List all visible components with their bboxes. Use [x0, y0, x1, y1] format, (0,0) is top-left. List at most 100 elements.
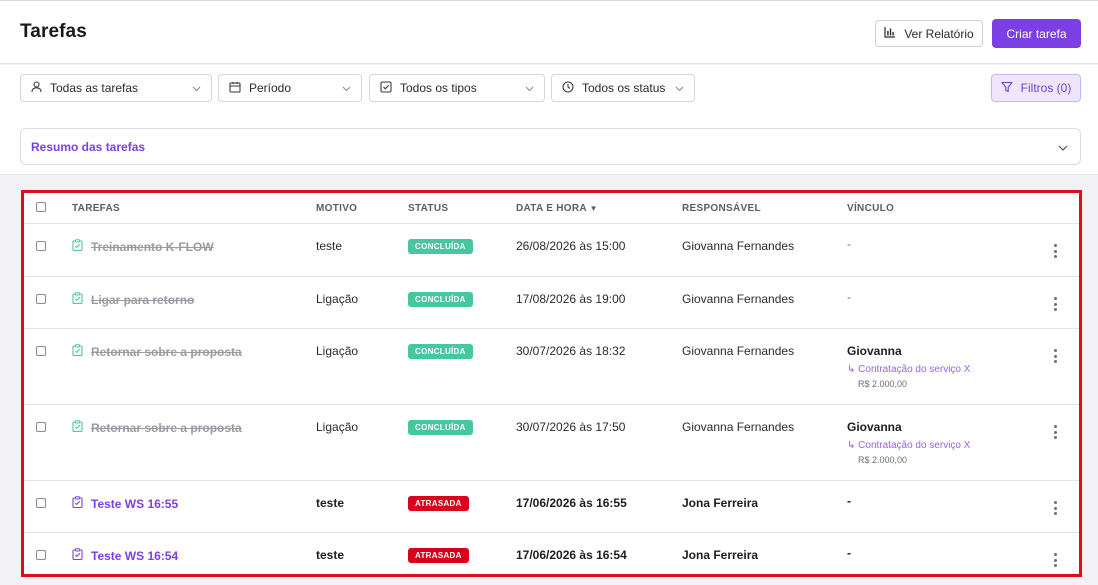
report-button[interactable]: Ver Relatório [875, 20, 983, 47]
row-menu-icon[interactable] [1050, 425, 1060, 439]
status-badge: CONCLUÍDA [408, 292, 473, 307]
task-datetime: 17/08/2026 às 19:00 [516, 292, 626, 306]
status-badge: ATRASADA [408, 548, 469, 563]
task-name: Retornar sobre a proposta [91, 421, 242, 435]
task-owner: Giovanna Fernandes [682, 292, 795, 306]
linked-contact-name: Giovanna [847, 420, 902, 434]
report-button-label: Ver Relatório [904, 26, 974, 41]
select-all-checkbox[interactable] [36, 202, 46, 212]
task-reason: Ligação [316, 344, 359, 358]
row-menu-icon[interactable] [1050, 349, 1060, 363]
period-filter-select[interactable]: Período [218, 74, 362, 102]
filter-bar: Todas as tarefas Período Todos os tipos … [0, 65, 1098, 175]
filters-button[interactable]: Filtros (0) [991, 74, 1081, 102]
page-title: Tarefas [20, 21, 87, 42]
create-task-button[interactable]: Criar tarefa [992, 19, 1081, 48]
clock-icon [562, 80, 574, 96]
clipboard-check-icon [72, 291, 83, 309]
row-menu-icon[interactable] [1050, 297, 1060, 311]
task-name: Teste WS 16:54 [91, 549, 179, 563]
table-row[interactable]: Teste WS 16:54 teste ATRASADA 17/06/2026… [24, 533, 1079, 574]
row-checkbox[interactable] [36, 422, 46, 432]
task-datetime: 17/06/2026 às 16:55 [516, 496, 627, 510]
task-name: Teste WS 16:55 [91, 497, 179, 511]
status-filter-label: Todos os status [582, 81, 666, 95]
type-filter-select[interactable]: Todos os tipos [369, 74, 545, 102]
task-owner: Giovanna Fernandes [682, 420, 795, 434]
status-badge: ATRASADA [408, 496, 469, 511]
task-link-empty: - [847, 546, 851, 560]
task-link[interactable]: Teste WS 16:55 [72, 495, 178, 513]
task-link[interactable]: Retornar sobre a proposta [72, 419, 242, 437]
task-name: Retornar sobre a proposta [91, 345, 242, 359]
linked-contact-name: Giovanna [847, 344, 902, 358]
status-badge: CONCLUÍDA [408, 420, 473, 435]
task-reason: teste [316, 548, 345, 562]
task-link[interactable]: Ligar para retorno [72, 291, 194, 309]
status-badge: CONCLUÍDA [408, 239, 473, 254]
column-header-status: STATUS [408, 203, 449, 214]
linked-deal-value: R$ 2.000,00 [858, 455, 908, 465]
task-owner: Jona Ferreira [682, 548, 759, 562]
task-reason: teste [316, 239, 343, 253]
column-header-link: VÍNCULO [847, 203, 895, 214]
table-row[interactable]: Treinamento K-FLOW teste CONCLUÍDA 26/08… [24, 224, 1079, 277]
table-row[interactable]: Ligar para retorno Ligação CONCLUÍDA 17/… [24, 277, 1079, 329]
calendar-icon [229, 81, 241, 96]
task-link[interactable]: Treinamento K-FLOW [72, 238, 214, 256]
row-menu-icon[interactable] [1050, 553, 1060, 567]
linked-deal-value: R$ 2.000,00 [858, 379, 908, 389]
task-reason: teste [316, 496, 345, 510]
bar-chart-icon [884, 26, 896, 41]
clipboard-check-icon [72, 419, 83, 437]
task-datetime: 26/08/2026 às 15:00 [516, 239, 626, 253]
task-owner: Giovanna Fernandes [682, 239, 795, 253]
assignee-filter-label: Todas as tarefas [50, 81, 139, 95]
checkbox-square-icon [380, 80, 392, 96]
status-filter-select[interactable]: Todos os status [551, 74, 695, 102]
linked-deal-link[interactable]: ↳ Contratação do serviço X [847, 440, 970, 451]
row-checkbox[interactable] [36, 241, 46, 251]
task-name: Treinamento K-FLOW [91, 240, 214, 254]
clipboard-check-icon [72, 238, 83, 256]
table-row[interactable]: Teste WS 16:55 teste ATRASADA 17/06/2026… [24, 481, 1079, 533]
table-row[interactable]: Retornar sobre a proposta Ligação CONCLU… [24, 405, 1079, 481]
page-header: Tarefas Ver Relatório Criar tarefa [0, 1, 1098, 64]
row-checkbox[interactable] [36, 346, 46, 356]
task-owner: Giovanna Fernandes [682, 344, 795, 358]
task-datetime: 17/06/2026 às 16:54 [516, 548, 627, 562]
task-reason: Ligação [316, 420, 359, 434]
row-checkbox[interactable] [36, 294, 46, 304]
row-checkbox[interactable] [36, 550, 46, 560]
column-header-reason: MOTIVO [316, 203, 358, 214]
table-header: TAREFAS MOTIVO STATUS DATA E HORA ▼ RESP… [24, 193, 1079, 224]
row-checkbox[interactable] [36, 498, 46, 508]
column-header-datetime[interactable]: DATA E HORA ▼ [516, 203, 598, 214]
status-badge: CONCLUÍDA [408, 344, 473, 359]
task-datetime: 30/07/2026 às 17:50 [516, 420, 626, 434]
task-name: Ligar para retorno [91, 293, 195, 307]
period-filter-label: Período [249, 81, 292, 95]
user-icon [31, 80, 42, 96]
clipboard-check-icon [72, 547, 83, 565]
assignee-filter-select[interactable]: Todas as tarefas [20, 74, 212, 102]
chevron-down-icon [525, 81, 534, 95]
clipboard-check-icon [72, 495, 83, 513]
task-summary-label: Resumo das tarefas [31, 139, 146, 154]
filters-button-label: Filtros (0) [1020, 81, 1072, 95]
row-menu-icon[interactable] [1050, 244, 1060, 258]
tasks-table: TAREFAS MOTIVO STATUS DATA E HORA ▼ RESP… [21, 190, 1082, 577]
task-link[interactable]: Retornar sobre a proposta [72, 343, 242, 361]
task-link[interactable]: Teste WS 16:54 [72, 547, 178, 565]
task-link-empty: - [847, 290, 851, 304]
chevron-down-icon [675, 81, 684, 95]
task-summary-accordion[interactable]: Resumo das tarefas [20, 128, 1081, 165]
column-header-owner: RESPONSÁVEL [682, 203, 761, 214]
row-menu-icon[interactable] [1050, 501, 1060, 515]
clipboard-check-icon [72, 343, 83, 361]
linked-deal-link[interactable]: ↳ Contratação do serviço X [847, 364, 970, 375]
task-owner: Jona Ferreira [682, 496, 759, 510]
table-row[interactable]: Retornar sobre a proposta Ligação CONCLU… [24, 329, 1079, 405]
task-link-empty: - [847, 237, 851, 251]
funnel-icon [1001, 81, 1013, 96]
